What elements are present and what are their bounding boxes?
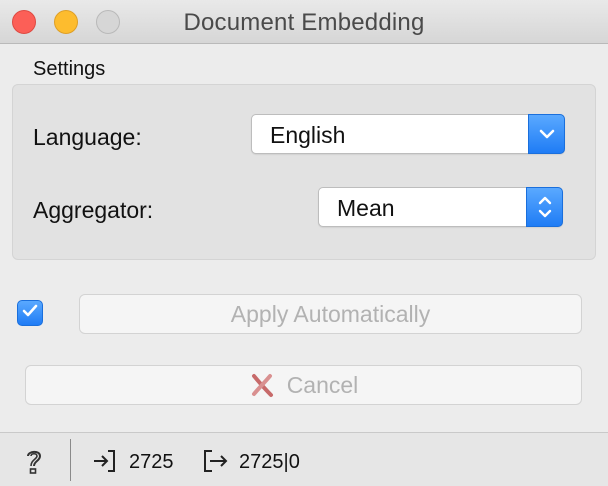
apply-automatically-checkbox[interactable] <box>17 300 43 326</box>
settings-group-box <box>12 84 596 260</box>
title-bar: Document Embedding <box>0 0 608 44</box>
settings-group-label: Settings <box>33 58 106 80</box>
apply-automatically-button[interactable]: Apply Automatically <box>79 294 582 334</box>
question-mark-icon[interactable] <box>21 447 47 482</box>
window-title: Document Embedding <box>183 9 425 36</box>
checkmark-icon <box>21 303 39 324</box>
status-divider <box>70 439 71 481</box>
output-arrow-icon <box>202 448 230 479</box>
chevron-down-icon <box>528 114 565 154</box>
cancel-button[interactable]: Cancel <box>25 365 582 405</box>
cancel-label: Cancel <box>286 371 359 398</box>
x-mark-icon <box>249 372 275 398</box>
output-count: 2725|0 <box>239 451 300 473</box>
status-bar: 2725 2725|0 <box>0 432 608 486</box>
language-dropdown[interactable]: English <box>251 114 565 154</box>
language-label: Language: <box>33 124 142 150</box>
aggregator-label: Aggregator: <box>33 197 154 223</box>
language-value: English <box>270 122 346 148</box>
input-arrow-icon <box>92 448 118 479</box>
aggregator-popup[interactable]: Mean <box>318 187 563 227</box>
input-count: 2725 <box>129 451 174 473</box>
up-down-chevron-icon <box>526 187 563 227</box>
aggregator-value: Mean <box>337 195 395 221</box>
